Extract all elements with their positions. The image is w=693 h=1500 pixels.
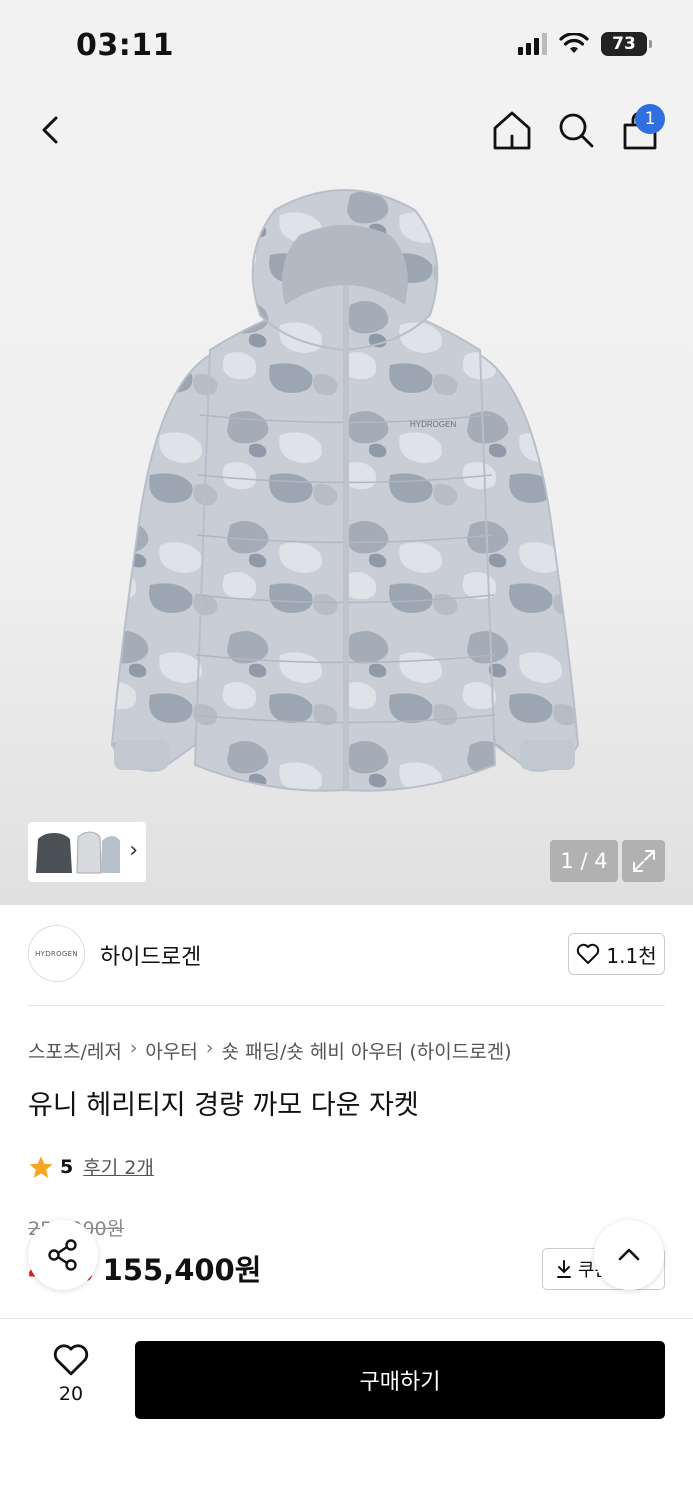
breadcrumb-item[interactable]: 숏 패딩/숏 헤비 아우터 (하이드로겐) [221,1037,511,1064]
share-icon [48,1239,77,1271]
product-title: 유니 헤리티지 경량 까모 다운 자켓 [28,1090,419,1121]
sale-price: 155,400원 [102,1253,262,1287]
status-icons: 73 [518,32,652,56]
download-icon [557,1260,571,1278]
back-arrow-icon[interactable] [30,108,70,152]
buy-button[interactable]: 구매하기 [135,1341,665,1419]
home-icon[interactable] [490,108,534,152]
star-icon [29,1155,53,1178]
brand-like-button[interactable]: 1.1천 [568,933,665,975]
breadcrumb-separator-icon: › [205,1037,214,1059]
divider [28,1005,665,1006]
cart-count-badge: 1 [635,104,665,134]
breadcrumb: 스포츠/레저 › 아우터 › 숏 패딩/숏 헤비 아우터 (하이드로겐) [28,1037,512,1064]
image-counter: 1 / 4 [550,840,618,882]
status-time: 03:11 [76,28,174,63]
wishlist-count: 20 [58,1383,84,1405]
top-nav [0,100,693,160]
wifi-icon [559,33,589,53]
heart-icon [577,943,600,964]
brand-name[interactable]: 하이드로겐 [100,939,201,971]
rating-score: 5 [60,1155,74,1178]
brand-row[interactable]: HYDROGEN 하이드로겐 1.1천 [28,925,665,987]
expand-button[interactable] [622,840,665,882]
brand-logo[interactable]: HYDROGEN [28,925,85,982]
rating: 5 후기 2개 [28,1153,154,1180]
share-button[interactable] [28,1220,98,1290]
chevron-up-icon [618,1248,640,1261]
breadcrumb-separator-icon: › [129,1037,138,1059]
breadcrumb-item[interactable]: 아우터 [145,1037,197,1064]
breadcrumb-item[interactable]: 스포츠/레저 [28,1037,122,1064]
status-bar: 03:11 73 [0,0,693,92]
signal-icon [518,33,547,55]
expand-icon [632,850,655,872]
chevron-right-icon[interactable]: › [129,838,138,863]
scroll-top-button[interactable] [594,1220,664,1290]
brand-like-count: 1.1천 [606,943,657,968]
review-link[interactable]: 후기 2개 [83,1153,154,1180]
thumbnail-strip[interactable]: › [28,822,146,882]
jacket-brand-text: HYDROGEN [410,420,456,429]
thumbnail-images[interactable] [34,827,120,877]
search-icon[interactable] [554,108,598,152]
product-image[interactable]: HYDROGEN [100,185,590,805]
bottom-action-bar: 20 구매하기 [0,1318,693,1500]
battery-icon: 73 [601,32,652,56]
heart-icon [53,1344,89,1376]
wishlist-button[interactable]: 20 [46,1343,96,1405]
